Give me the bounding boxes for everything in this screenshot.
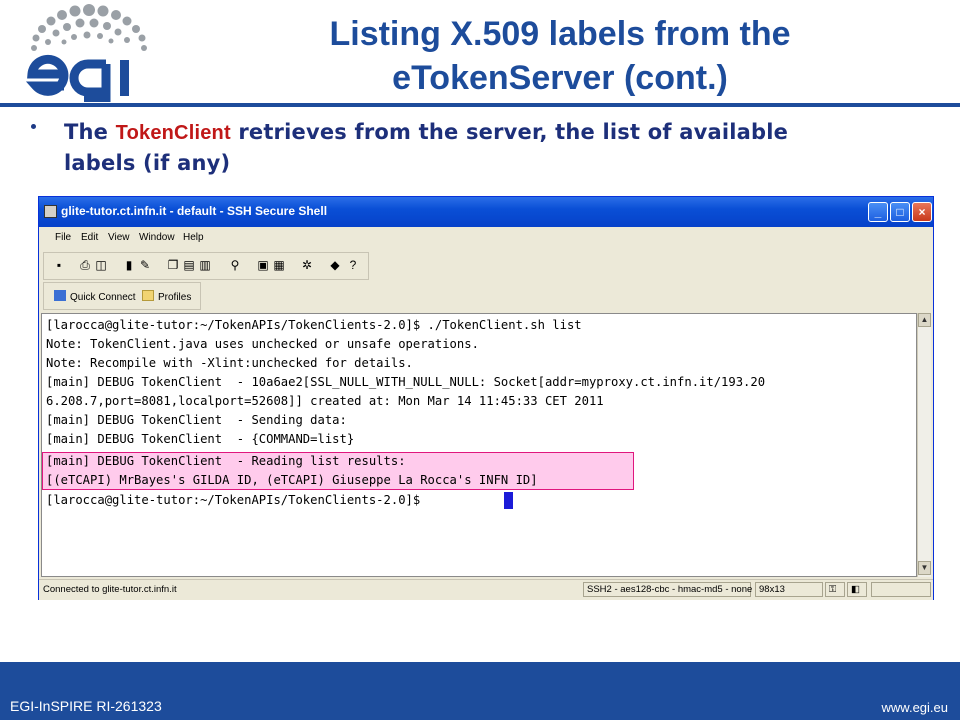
- vertical-scrollbar[interactable]: ▲ ▼: [917, 313, 931, 577]
- profiles-label: Profiles: [158, 292, 192, 303]
- status-size: 98x13: [755, 582, 823, 597]
- menu-edit[interactable]: Edit: [81, 232, 98, 243]
- bullet-icon: [31, 124, 36, 129]
- paste-alt-icon[interactable]: ▥: [198, 258, 212, 272]
- terminal-line: [larocca@glite-tutor:~/TokenAPIs/TokenCl…: [46, 493, 428, 507]
- app-icon[interactable]: [44, 205, 57, 218]
- status-bar: Connected to glite-tutor.ct.infn.it SSH2…: [39, 579, 933, 600]
- cut-icon[interactable]: ▤: [182, 258, 196, 272]
- slide-title: Listing X.509 labels from the eTokenServ…: [210, 12, 910, 100]
- bullet-highlight: TokenClient: [115, 122, 231, 144]
- print-preview-icon[interactable]: ◫: [94, 258, 108, 272]
- minimize-button[interactable]: _: [868, 202, 888, 222]
- new-file-transfer-icon[interactable]: ▦: [272, 258, 286, 272]
- maximize-button[interactable]: □: [890, 202, 910, 222]
- paste-icon[interactable]: ✎: [138, 258, 152, 272]
- bullet-line-2: labels (if any): [64, 151, 231, 175]
- bullet-prefix: The: [64, 120, 116, 144]
- terminal-line: [main] DEBUG TokenClient - Reading list …: [46, 454, 406, 468]
- find-icon[interactable]: ▮: [122, 258, 136, 272]
- header-separator: [0, 103, 960, 107]
- folder-icon: [142, 290, 154, 301]
- title-line-2: eTokenServer (cont.): [392, 59, 728, 97]
- terminal-line: [(eTCAPI) MrBayes's GILDA ID, (eTCAPI) G…: [46, 473, 538, 487]
- terminal-line: [larocca@glite-tutor:~/TokenAPIs/TokenCl…: [46, 318, 582, 332]
- bullet-text: The TokenClient retrieves from the serve…: [64, 117, 924, 178]
- footer-url[interactable]: www.egi.eu: [882, 700, 948, 715]
- quick-connect-icon: [54, 290, 66, 301]
- new-terminal-icon[interactable]: ▣: [256, 258, 270, 272]
- menu-file[interactable]: File: [55, 232, 71, 243]
- connect-toolbar: Quick Connect Profiles: [43, 282, 201, 310]
- scroll-up-button[interactable]: ▲: [918, 313, 931, 327]
- binoculars-icon[interactable]: ⚲: [228, 258, 242, 272]
- menu-help[interactable]: Help: [183, 232, 204, 243]
- status-extra: [871, 582, 931, 597]
- window-titlebar[interactable]: glite-tutor.ct.infn.it - default - SSH S…: [39, 197, 933, 227]
- scroll-down-button[interactable]: ▼: [918, 561, 931, 575]
- quick-connect-label: Quick Connect: [70, 292, 136, 303]
- slide-footer: EGI-InSPIRE RI-261323 www.egi.eu: [0, 662, 960, 720]
- help-book-icon[interactable]: ◆: [328, 258, 342, 272]
- terminal-line: 6.208.7,port=8081,localport=52608]] crea…: [46, 394, 604, 408]
- terminal-line: Note: TokenClient.java uses unchecked or…: [46, 337, 479, 351]
- terminal-area[interactable]: [larocca@glite-tutor:~/TokenAPIs/TokenCl…: [41, 313, 917, 577]
- menu-view[interactable]: View: [108, 232, 130, 243]
- menu-bar: File Edit View Window Help: [39, 227, 933, 249]
- footer-project-id: EGI-InSPIRE RI-261323: [10, 698, 162, 714]
- window-title: glite-tutor.ct.infn.it - default - SSH S…: [61, 204, 328, 218]
- bullet-rest: retrieves from the server, the list of a…: [230, 120, 789, 144]
- terminal-line: Note: Recompile with -Xlint:unchecked fo…: [46, 356, 413, 370]
- copy-icon[interactable]: ❐: [166, 258, 180, 272]
- close-button[interactable]: ×: [912, 202, 932, 222]
- status-connection: Connected to glite-tutor.ct.infn.it: [43, 584, 177, 595]
- status-lock-icon: ⚿: [825, 582, 845, 597]
- save-icon[interactable]: ▪: [52, 258, 66, 272]
- status-indicator-icon: ◧: [847, 582, 867, 597]
- terminal-line: [main] DEBUG TokenClient - {COMMAND=list…: [46, 432, 355, 446]
- status-cipher: SSH2 - aes128-cbc - hmac-md5 - none: [583, 582, 752, 597]
- quick-connect-button[interactable]: Quick Connect: [54, 290, 136, 303]
- context-help-icon[interactable]: ?: [346, 258, 360, 272]
- menu-window[interactable]: Window: [139, 232, 175, 243]
- terminal-cursor: [504, 492, 513, 509]
- main-toolbar: ▪ ⎙ ◫ ▮ ✎ ❐ ▤ ▥ ⚲ ▣ ▦ ✲ ◆ ?: [43, 252, 369, 280]
- terminal-line: [main] DEBUG TokenClient - Sending data:: [46, 413, 347, 427]
- print-icon[interactable]: ⎙: [78, 258, 92, 272]
- egi-logo: [25, 4, 147, 102]
- terminal-line: [main] DEBUG TokenClient - 10a6ae2[SSL_N…: [46, 375, 766, 389]
- title-block: Listing X.509 labels from the eTokenServ…: [210, 0, 960, 104]
- title-line-1: Listing X.509 labels from the: [329, 15, 791, 53]
- ssh-window: glite-tutor.ct.infn.it - default - SSH S…: [38, 196, 934, 600]
- slide-header: Listing X.509 labels from the eTokenServ…: [0, 0, 960, 104]
- settings-icon[interactable]: ✲: [300, 258, 314, 272]
- profiles-button[interactable]: Profiles: [142, 290, 191, 303]
